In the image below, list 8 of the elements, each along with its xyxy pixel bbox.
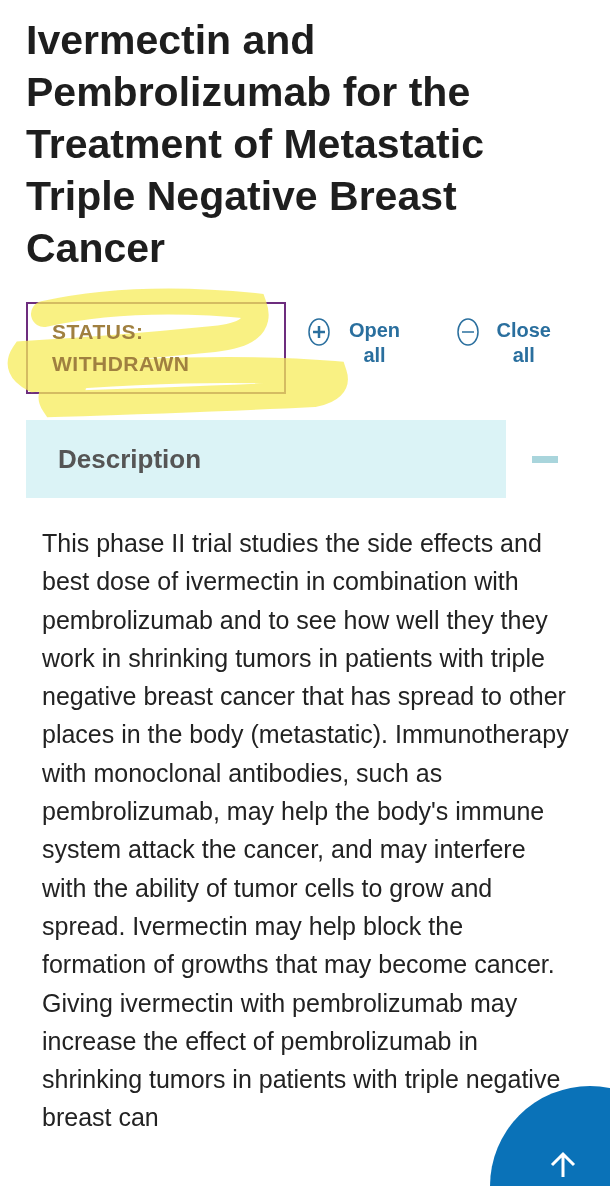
close-all-button[interactable]: Close all (456, 318, 584, 368)
up-arrow-icon (548, 1150, 578, 1180)
page-title: Ivermectin and Pembrolizumab for the Treatment of Metastatic Triple Negative Breast Cancer (26, 16, 485, 273)
description-text: This phase II trial studies the side effects and best dose of ivermectin in combination with pembrolizumab and to see how well they they work in shrinking tumors in patients with triple negative breast cancer that has spread to other places in the body (metastatic). Immunotherapy with monoclonal antibodies, such as pembrolizumab, may help the body's immune system attack the cancer, and may interfere with the ability of tumor cells to grow and spread. Ivermectin may help block the formation of growths that may become cancer. Giving ivermectin with pembrolizumab may increase the effect of pembrolizumab in shrinking tumors in patients with triple negative breast can (42, 528, 570, 1134)
plus-circle-icon (307, 318, 330, 346)
minus-circle-icon (456, 318, 479, 346)
open-all-button[interactable]: Open all (307, 318, 435, 368)
section-header[interactable]: Description (26, 420, 506, 498)
